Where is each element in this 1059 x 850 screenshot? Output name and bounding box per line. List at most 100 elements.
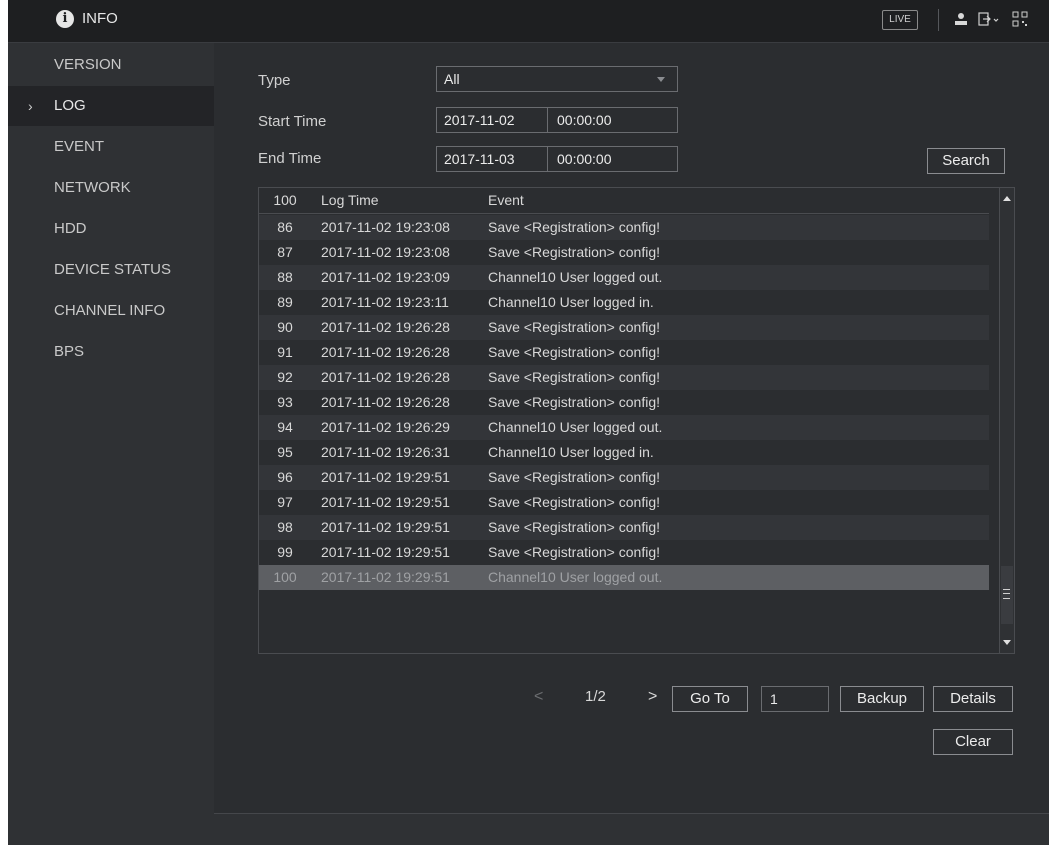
row-event: Save <Registration> config! xyxy=(488,344,660,360)
logout-icon[interactable] xyxy=(978,12,1000,26)
sidebar-item-log[interactable]: › LOG xyxy=(8,86,214,126)
type-label: Type xyxy=(258,72,291,89)
start-time-value[interactable]: 00:00:00 xyxy=(557,108,612,132)
sidebar-item-label: NETWORK xyxy=(54,179,131,196)
qr-code-icon[interactable] xyxy=(1012,11,1028,27)
end-time-field[interactable]: 2017-11-03 00:00:00 xyxy=(436,146,678,172)
table-row[interactable]: 94 2017-11-02 19:26:29 Channel10 User lo… xyxy=(259,415,989,440)
row-log-time: 2017-11-02 19:23:09 xyxy=(321,269,450,285)
row-log-time: 2017-11-02 19:29:51 xyxy=(321,469,450,485)
row-number: 100 xyxy=(273,569,297,585)
row-number: 94 xyxy=(277,419,293,435)
top-divider xyxy=(938,9,939,31)
sidebar-item-device-status[interactable]: DEVICE STATUS xyxy=(8,250,214,290)
start-time-label: Start Time xyxy=(258,113,327,130)
row-event: Channel10 User logged out. xyxy=(488,569,663,585)
table-row[interactable]: 92 2017-11-02 19:26:28 Save <Registratio… xyxy=(259,365,989,390)
table-row[interactable]: 96 2017-11-02 19:29:51 Save <Registratio… xyxy=(259,465,989,490)
row-log-time: 2017-11-02 19:29:51 xyxy=(321,494,450,510)
app-window: i INFO LIVE VERSION › LOG EVENT NETWORK … xyxy=(8,0,1049,845)
table-scrollbar[interactable] xyxy=(999,188,1014,653)
top-bar: i INFO LIVE xyxy=(8,0,1049,43)
search-button[interactable]: Search xyxy=(927,148,1005,174)
sidebar-item-version[interactable]: VERSION xyxy=(8,45,214,85)
row-event: Channel10 User logged in. xyxy=(488,294,654,310)
scroll-down-icon[interactable] xyxy=(1003,640,1011,645)
field-divider xyxy=(547,108,548,132)
row-number: 87 xyxy=(277,244,293,260)
chevron-right-icon: › xyxy=(28,98,33,114)
type-select[interactable]: All xyxy=(436,66,678,92)
table-row-selected[interactable]: 100 2017-11-02 19:29:51 Channel10 User l… xyxy=(259,565,989,590)
row-event: Save <Registration> config! xyxy=(488,319,660,335)
table-row[interactable]: 89 2017-11-02 19:23:11 Channel10 User lo… xyxy=(259,290,989,315)
field-divider xyxy=(547,147,548,171)
row-log-time: 2017-11-02 19:23:08 xyxy=(321,244,450,260)
sidebar-item-hdd[interactable]: HDD xyxy=(8,209,214,249)
table-row[interactable]: 97 2017-11-02 19:29:51 Save <Registratio… xyxy=(259,490,989,515)
prev-page-button[interactable]: < xyxy=(534,688,543,706)
log-panel: Type All Start Time 2017-11-02 00:00:00 … xyxy=(214,43,1049,813)
row-event: Save <Registration> config! xyxy=(488,519,660,535)
row-event: Save <Registration> config! xyxy=(488,544,660,560)
type-select-value: All xyxy=(444,71,460,87)
end-time-value[interactable]: 00:00:00 xyxy=(557,147,612,171)
page-number-input[interactable]: 1 xyxy=(761,686,829,712)
sidebar-item-bps[interactable]: BPS xyxy=(8,332,214,372)
row-number: 89 xyxy=(277,294,293,310)
table-row[interactable]: 98 2017-11-02 19:29:51 Save <Registratio… xyxy=(259,515,989,540)
sidebar-item-network[interactable]: NETWORK xyxy=(8,168,214,208)
row-log-time: 2017-11-02 19:29:51 xyxy=(321,569,450,585)
table-row[interactable]: 87 2017-11-02 19:23:08 Save <Registratio… xyxy=(259,240,989,265)
row-event: Save <Registration> config! xyxy=(488,244,660,260)
sidebar-item-label: DEVICE STATUS xyxy=(54,261,171,278)
row-log-time: 2017-11-02 19:26:28 xyxy=(321,394,450,410)
go-to-button[interactable]: Go To xyxy=(672,686,748,712)
sidebar-item-event[interactable]: EVENT xyxy=(8,127,214,167)
table-row[interactable]: 90 2017-11-02 19:26:28 Save <Registratio… xyxy=(259,315,989,340)
row-log-time: 2017-11-02 19:23:08 xyxy=(321,219,450,235)
start-date-value[interactable]: 2017-11-02 xyxy=(444,108,515,132)
row-number: 95 xyxy=(277,444,293,460)
end-time-label: End Time xyxy=(258,150,322,167)
table-row[interactable]: 86 2017-11-02 19:23:08 Save <Registratio… xyxy=(259,215,989,240)
page-number-value: 1 xyxy=(770,691,778,707)
table-header: 100 Log Time Event xyxy=(259,188,989,214)
scroll-up-icon[interactable] xyxy=(1003,196,1011,201)
table-row[interactable]: 91 2017-11-02 19:26:28 Save <Registratio… xyxy=(259,340,989,365)
table-row[interactable]: 88 2017-11-02 19:23:09 Channel10 User lo… xyxy=(259,265,989,290)
end-date-value[interactable]: 2017-11-03 xyxy=(444,147,515,171)
row-event: Save <Registration> config! xyxy=(488,494,660,510)
log-table: 100 Log Time Event 86 2017-11-02 19:23:0… xyxy=(258,187,1015,654)
row-log-time: 2017-11-02 19:26:28 xyxy=(321,369,450,385)
sidebar-item-channel-info[interactable]: CHANNEL INFO xyxy=(8,291,214,331)
table-row[interactable]: 93 2017-11-02 19:26:28 Save <Registratio… xyxy=(259,390,989,415)
sidebar-item-label: CHANNEL INFO xyxy=(54,302,166,319)
sidebar-item-label: HDD xyxy=(54,220,87,237)
live-button[interactable]: LIVE xyxy=(882,10,918,30)
row-number: 91 xyxy=(277,344,293,360)
user-icon[interactable] xyxy=(954,12,968,26)
row-number: 86 xyxy=(277,219,293,235)
row-log-time: 2017-11-02 19:29:51 xyxy=(321,544,450,560)
row-log-time: 2017-11-02 19:29:51 xyxy=(321,519,450,535)
sidebar-item-label: EVENT xyxy=(54,138,105,155)
table-row[interactable]: 95 2017-11-02 19:26:31 Channel10 User lo… xyxy=(259,440,989,465)
page-indicator: 1/2 xyxy=(585,688,606,705)
scrollbar-grip-icon xyxy=(1003,589,1010,599)
row-event: Channel10 User logged in. xyxy=(488,444,654,460)
backup-button[interactable]: Backup xyxy=(840,686,924,712)
details-button[interactable]: Details xyxy=(933,686,1013,712)
header-event: Event xyxy=(488,192,524,208)
sidebar-item-label: BPS xyxy=(54,343,85,360)
start-time-field[interactable]: 2017-11-02 00:00:00 xyxy=(436,107,678,133)
row-event: Channel10 User logged out. xyxy=(488,269,663,285)
table-row[interactable]: 99 2017-11-02 19:29:51 Save <Registratio… xyxy=(259,540,989,565)
clear-button[interactable]: Clear xyxy=(933,729,1013,755)
row-log-time: 2017-11-02 19:26:31 xyxy=(321,444,450,460)
row-number: 92 xyxy=(277,369,293,385)
chevron-down-icon xyxy=(657,77,665,82)
next-page-button[interactable]: > xyxy=(648,688,657,706)
page-title: INFO xyxy=(82,10,118,27)
row-event: Channel10 User logged out. xyxy=(488,419,663,435)
